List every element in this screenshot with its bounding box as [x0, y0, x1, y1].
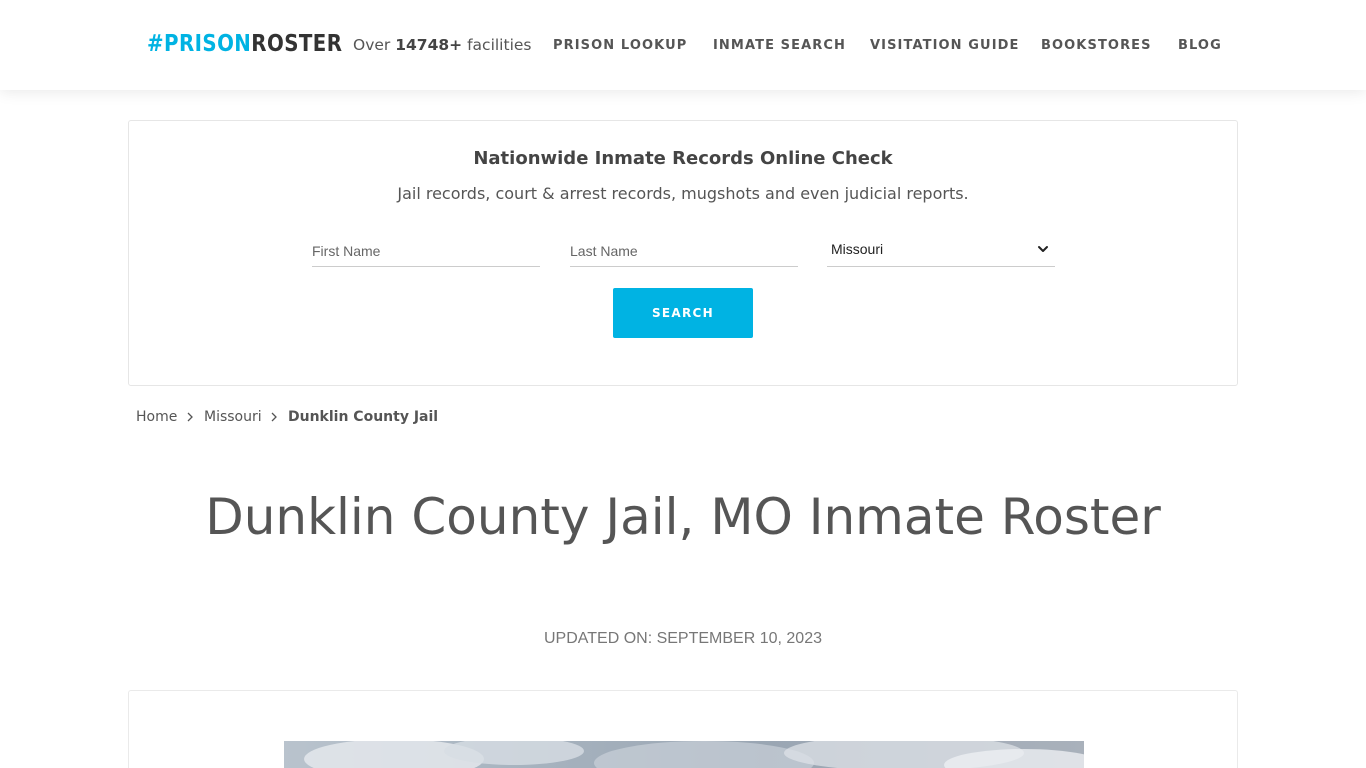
nav-inmate-search[interactable]: INMATE SEARCH: [713, 36, 846, 56]
facility-photo-sky: [284, 741, 1084, 768]
nav-prison-lookup[interactable]: PRISON LOOKUP: [553, 36, 687, 56]
facilities-count: Over 14748+ facilities: [353, 34, 532, 56]
updated-date: UPDATED ON: SEPTEMBER 10, 2023: [543, 630, 822, 647]
inmate-search-card: Nationwide Inmate Records Online Check J…: [128, 120, 1238, 386]
chevron-down-icon: [1038, 246, 1048, 252]
breadcrumb-current: Dunklin County Jail: [288, 409, 439, 425]
site-header: #PRISONROSTER Over 14748+ facilities PRI…: [0, 0, 1366, 90]
logo-roster: ROSTER: [251, 31, 343, 57]
nav-blog[interactable]: BLOG: [1178, 36, 1222, 56]
facility-photo: [284, 741, 1084, 768]
logo-prison: PRISON: [164, 31, 252, 57]
search-button[interactable]: SEARCH: [613, 288, 753, 338]
state-select-value: Missouri: [831, 241, 884, 257]
facilities-suffix: facilities: [467, 36, 532, 54]
facilities-prefix: Over: [353, 36, 391, 54]
facility-content-card: [128, 690, 1238, 768]
breadcrumb-home-link[interactable]: Home: [136, 406, 177, 428]
state-select[interactable]: Missouri: [827, 233, 1055, 267]
search-card-subtitle: Jail records, court & arrest records, mu…: [397, 184, 969, 203]
page-title: Dunklin County Jail, MO Inmate Roster: [205, 488, 1161, 546]
last-name-input[interactable]: [570, 237, 798, 267]
first-name-input[interactable]: [312, 237, 540, 267]
nav-visitation-guide[interactable]: VISITATION GUIDE: [870, 36, 1020, 56]
site-logo[interactable]: #PRISONROSTER: [147, 29, 342, 59]
nav-bookstores[interactable]: BOOKSTORES: [1041, 36, 1152, 56]
search-card-title: Nationwide Inmate Records Online Check: [473, 148, 893, 169]
chevron-right-icon: [271, 412, 277, 422]
breadcrumb-state-link[interactable]: Missouri: [204, 406, 262, 428]
logo-hash: #: [147, 31, 165, 57]
facilities-number: 14748+: [395, 36, 463, 54]
chevron-right-icon: [187, 412, 193, 422]
